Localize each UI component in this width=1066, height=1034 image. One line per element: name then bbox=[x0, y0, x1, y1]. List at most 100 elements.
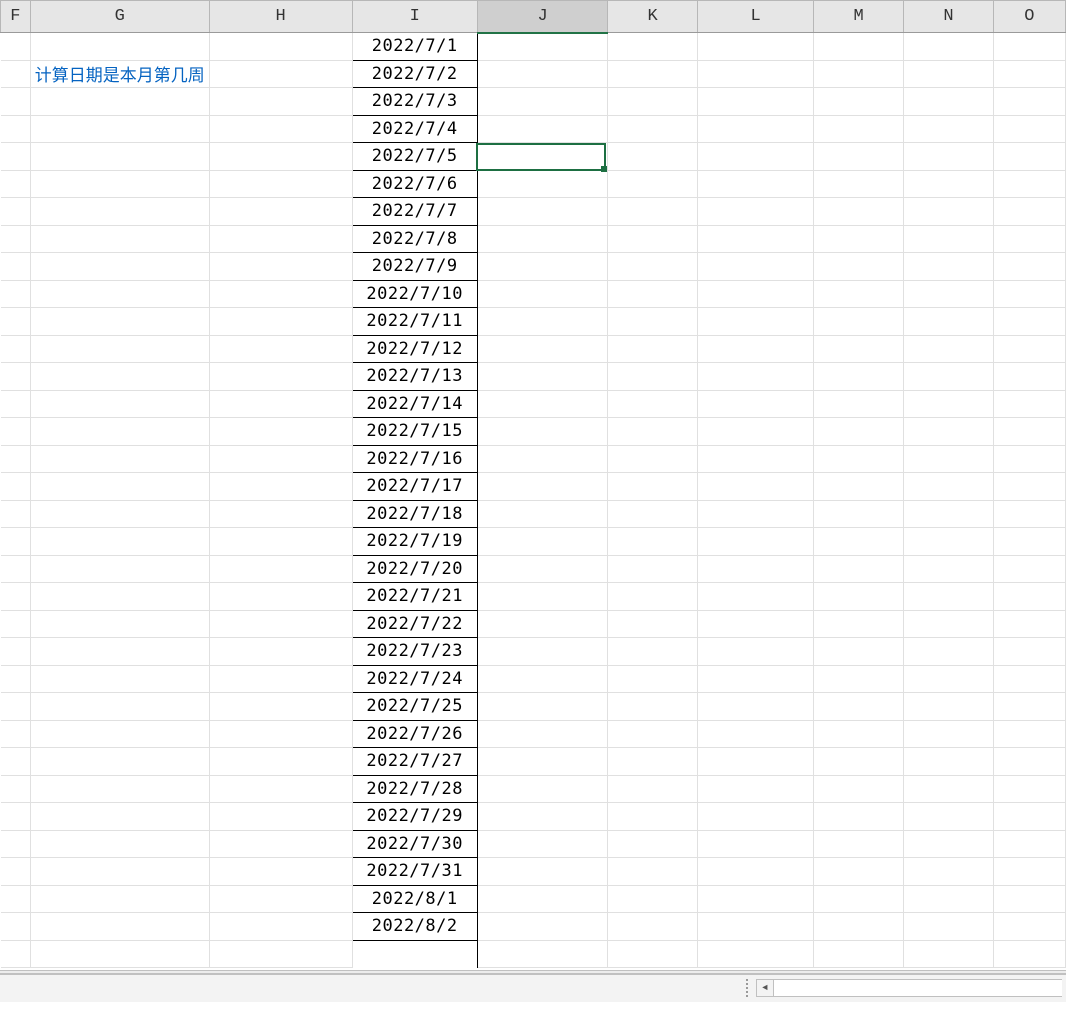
cell-O-20[interactable] bbox=[993, 583, 1065, 611]
cell-M-9[interactable] bbox=[814, 280, 904, 308]
cell-L-27[interactable] bbox=[698, 775, 814, 803]
cell-H-26[interactable] bbox=[209, 748, 352, 776]
cell-G-10[interactable] bbox=[30, 308, 209, 336]
cell-H-8[interactable] bbox=[209, 253, 352, 281]
column-header-K[interactable]: K bbox=[608, 1, 698, 33]
column-header-F[interactable]: F bbox=[1, 1, 31, 33]
cell-M-29[interactable] bbox=[814, 830, 904, 858]
cell-L-1[interactable] bbox=[698, 60, 814, 88]
cell-N-0[interactable] bbox=[904, 33, 994, 61]
cell-L-8[interactable] bbox=[698, 253, 814, 281]
cell-J-29[interactable] bbox=[477, 830, 607, 858]
cell-M-7[interactable] bbox=[814, 225, 904, 253]
cell-H-13[interactable] bbox=[209, 390, 352, 418]
cell-L-7[interactable] bbox=[698, 225, 814, 253]
cell-I-29[interactable]: 2022/7/30 bbox=[352, 830, 477, 858]
cell-K-8[interactable] bbox=[608, 253, 698, 281]
cell-G-14[interactable] bbox=[30, 418, 209, 446]
cell-N-10[interactable] bbox=[904, 308, 994, 336]
column-header-L[interactable]: L bbox=[698, 1, 814, 33]
column-header-M[interactable]: M bbox=[814, 1, 904, 33]
sheet-tab-bar[interactable]: ◄ bbox=[0, 974, 1066, 1002]
cell-L-22[interactable] bbox=[698, 638, 814, 666]
cell-L-33[interactable] bbox=[698, 940, 814, 968]
cell-M-33[interactable] bbox=[814, 940, 904, 968]
cell-M-16[interactable] bbox=[814, 473, 904, 501]
cell-G-33[interactable] bbox=[30, 940, 209, 968]
cell-J-19[interactable] bbox=[477, 555, 607, 583]
cell-M-25[interactable] bbox=[814, 720, 904, 748]
cell-G-29[interactable] bbox=[30, 830, 209, 858]
cell-J-32[interactable] bbox=[477, 913, 607, 941]
cell-N-11[interactable] bbox=[904, 335, 994, 363]
cell-N-12[interactable] bbox=[904, 363, 994, 391]
cell-K-21[interactable] bbox=[608, 610, 698, 638]
cell-O-17[interactable] bbox=[993, 500, 1065, 528]
cell-G-11[interactable] bbox=[30, 335, 209, 363]
cell-K-10[interactable] bbox=[608, 308, 698, 336]
cell-H-5[interactable] bbox=[209, 170, 352, 198]
cell-O-9[interactable] bbox=[993, 280, 1065, 308]
cell-N-25[interactable] bbox=[904, 720, 994, 748]
cell-I-32[interactable]: 2022/8/2 bbox=[352, 913, 477, 941]
cell-G-1[interactable]: 计算日期是本月第几周 bbox=[30, 60, 209, 88]
cell-K-18[interactable] bbox=[608, 528, 698, 556]
cell-I-19[interactable]: 2022/7/20 bbox=[352, 555, 477, 583]
cell-L-29[interactable] bbox=[698, 830, 814, 858]
cell-G-20[interactable] bbox=[30, 583, 209, 611]
cell-K-29[interactable] bbox=[608, 830, 698, 858]
cell-H-16[interactable] bbox=[209, 473, 352, 501]
cell-I-9[interactable]: 2022/7/10 bbox=[352, 280, 477, 308]
cell-I-15[interactable]: 2022/7/16 bbox=[352, 445, 477, 473]
cell-N-9[interactable] bbox=[904, 280, 994, 308]
cell-O-21[interactable] bbox=[993, 610, 1065, 638]
cell-K-4[interactable] bbox=[608, 143, 698, 171]
cell-J-23[interactable] bbox=[477, 665, 607, 693]
cell-N-17[interactable] bbox=[904, 500, 994, 528]
cell-I-3[interactable]: 2022/7/4 bbox=[352, 115, 477, 143]
cell-F-33[interactable] bbox=[1, 940, 31, 968]
cell-G-19[interactable] bbox=[30, 555, 209, 583]
cell-L-19[interactable] bbox=[698, 555, 814, 583]
cell-M-12[interactable] bbox=[814, 363, 904, 391]
cell-I-22[interactable]: 2022/7/23 bbox=[352, 638, 477, 666]
cell-K-20[interactable] bbox=[608, 583, 698, 611]
cell-I-31[interactable]: 2022/8/1 bbox=[352, 885, 477, 913]
cell-G-32[interactable] bbox=[30, 913, 209, 941]
cell-M-21[interactable] bbox=[814, 610, 904, 638]
cell-O-19[interactable] bbox=[993, 555, 1065, 583]
cell-H-33[interactable] bbox=[209, 940, 352, 968]
cell-O-15[interactable] bbox=[993, 445, 1065, 473]
cell-G-16[interactable] bbox=[30, 473, 209, 501]
cell-K-30[interactable] bbox=[608, 858, 698, 886]
cell-G-3[interactable] bbox=[30, 115, 209, 143]
cell-F-10[interactable] bbox=[1, 308, 31, 336]
cell-K-28[interactable] bbox=[608, 803, 698, 831]
cell-K-17[interactable] bbox=[608, 500, 698, 528]
scroll-track[interactable] bbox=[774, 979, 1062, 997]
cell-H-11[interactable] bbox=[209, 335, 352, 363]
cell-F-1[interactable] bbox=[1, 60, 31, 88]
cell-N-5[interactable] bbox=[904, 170, 994, 198]
cell-F-32[interactable] bbox=[1, 913, 31, 941]
cell-J-21[interactable] bbox=[477, 610, 607, 638]
cell-F-18[interactable] bbox=[1, 528, 31, 556]
cell-M-22[interactable] bbox=[814, 638, 904, 666]
cell-M-26[interactable] bbox=[814, 748, 904, 776]
cell-M-1[interactable] bbox=[814, 60, 904, 88]
cell-I-0[interactable]: 2022/7/1 bbox=[352, 33, 477, 61]
column-header-O[interactable]: O bbox=[993, 1, 1065, 33]
cell-J-18[interactable] bbox=[477, 528, 607, 556]
cell-O-12[interactable] bbox=[993, 363, 1065, 391]
cell-O-23[interactable] bbox=[993, 665, 1065, 693]
cell-H-20[interactable] bbox=[209, 583, 352, 611]
cell-I-8[interactable]: 2022/7/9 bbox=[352, 253, 477, 281]
cell-I-24[interactable]: 2022/7/25 bbox=[352, 693, 477, 721]
cell-L-3[interactable] bbox=[698, 115, 814, 143]
cell-L-18[interactable] bbox=[698, 528, 814, 556]
cell-H-6[interactable] bbox=[209, 198, 352, 226]
cell-H-19[interactable] bbox=[209, 555, 352, 583]
cell-N-31[interactable] bbox=[904, 885, 994, 913]
cell-O-3[interactable] bbox=[993, 115, 1065, 143]
cell-L-11[interactable] bbox=[698, 335, 814, 363]
